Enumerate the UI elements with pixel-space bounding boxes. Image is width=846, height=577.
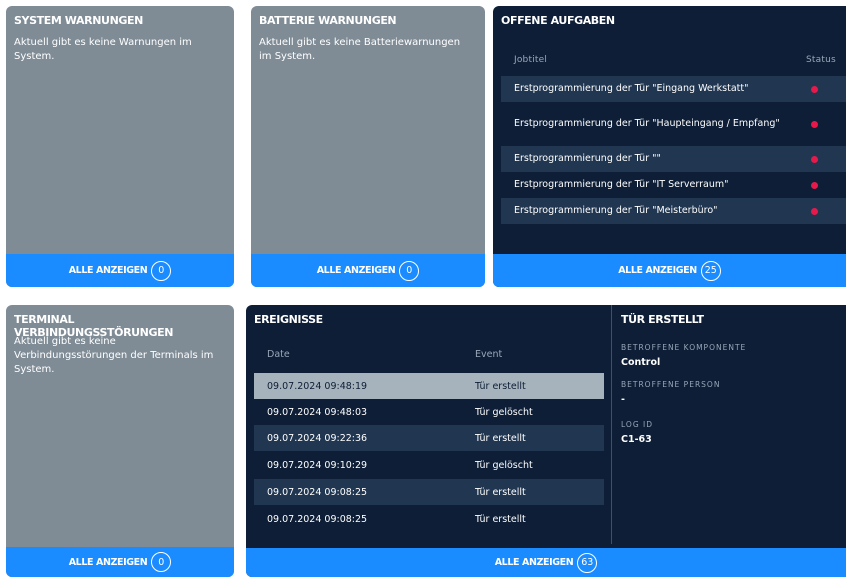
event-date: 09.07.2024 09:22:36 [267, 432, 368, 444]
count-badge: 0 [151, 552, 172, 572]
task-row[interactable]: Erstprogrammierung der Tür "Meisterbüro" [501, 198, 846, 224]
system-warnings-show-all-button[interactable]: ALLE ANZEIGEN 0 [6, 254, 234, 287]
status-dot-icon [811, 120, 818, 128]
terminal-errors-show-all-button[interactable]: ALLE ANZEIGEN 0 [6, 547, 234, 577]
task-title: Erstprogrammierung der Tür "Haupteingang… [514, 118, 780, 129]
detail-divider [611, 305, 612, 544]
event-type: Tür gelöscht [475, 406, 533, 418]
event-date: 09.07.2024 09:08:25 [267, 486, 368, 498]
component-label: BETROFFENE KOMPONENTE [621, 343, 747, 352]
col-date-header: Date [267, 349, 290, 360]
count-badge: 25 [700, 260, 721, 281]
count-badge: 0 [399, 260, 420, 281]
event-date: 09.07.2024 09:08:25 [267, 513, 368, 525]
show-all-label: ALLE ANZEIGEN [68, 265, 148, 276]
show-all-label: ALLE ANZEIGEN [316, 265, 396, 276]
system-warnings-title: SYSTEM WARNUNGEN [14, 14, 143, 27]
col-jobtitle-header: Jobtitel [514, 55, 548, 65]
col-event-header: Event [475, 349, 503, 360]
event-row[interactable]: 09.07.2024 09:22:36 Tür erstellt [254, 425, 604, 451]
terminal-errors-text: Aktuell gibt es keine Verbindungsstörung… [14, 336, 214, 375]
event-row[interactable]: 09.07.2024 09:48:03 Tür gelöscht [254, 399, 604, 425]
event-date: 09.07.2024 09:10:29 [267, 459, 368, 471]
col-status-header: Status [806, 55, 836, 65]
task-row[interactable]: Erstprogrammierung der Tür "Eingang Werk… [501, 76, 846, 102]
event-type: Tür erstellt [475, 513, 526, 525]
count-badge: 0 [151, 260, 172, 281]
battery-warnings-title: BATTERIE WARNUNGEN [259, 14, 397, 27]
task-row[interactable]: Erstprogrammierung der Tür "Haupteingang… [501, 102, 846, 146]
task-row[interactable]: Erstprogrammierung der Tür "IT Serverrau… [501, 172, 846, 198]
task-title: Erstprogrammierung der Tür "IT Serverrau… [514, 179, 729, 190]
status-dot-icon [811, 207, 818, 215]
terminal-errors-card: TERMINAL VERBINDUNGSSTÖRUNGEN Aktuell gi… [6, 305, 234, 577]
count-badge: 63 [577, 552, 598, 573]
log-id-value: C1-63 [621, 434, 652, 445]
status-dot-icon [811, 155, 818, 163]
show-all-label: ALLE ANZEIGEN [68, 556, 148, 568]
system-warnings-text: Aktuell gibt es keine Warnungen im Syste… [14, 37, 192, 62]
battery-warnings-show-all-button[interactable]: ALLE ANZEIGEN 0 [251, 254, 485, 287]
open-tasks-card: OFFENE AUFGABEN Jobtitel Status Erstprog… [493, 6, 846, 287]
events-title: EREIGNISSE [254, 313, 323, 326]
event-row[interactable]: 09.07.2024 09:10:29 Tür gelöscht [254, 452, 604, 478]
event-type: Tür erstellt [475, 380, 526, 392]
event-row[interactable]: 09.07.2024 09:08:25 Tür erstellt [254, 479, 604, 505]
component-value: Control [621, 357, 661, 368]
status-dot-icon [811, 85, 818, 93]
show-all-label: ALLE ANZEIGEN [494, 557, 574, 568]
event-row[interactable]: 09.07.2024 09:48:19 Tür erstellt [254, 373, 604, 399]
task-title: Erstprogrammierung der Tür "Meisterbüro" [514, 205, 718, 216]
detail-title: TÜR ERSTELLT [621, 313, 704, 326]
event-date: 09.07.2024 09:48:19 [267, 380, 368, 392]
event-row[interactable]: 09.07.2024 09:08:25 Tür erstellt [254, 506, 604, 532]
events-card: EREIGNISSE Date Event 09.07.2024 09:48:1… [246, 305, 846, 577]
events-show-all-button[interactable]: ALLE ANZEIGEN 63 [246, 548, 846, 577]
event-type: Tür erstellt [475, 432, 526, 444]
open-tasks-title: OFFENE AUFGABEN [501, 14, 615, 27]
task-title: Erstprogrammierung der Tür "" [514, 153, 661, 164]
person-label: BETROFFENE PERSON [621, 380, 721, 389]
battery-warnings-card: BATTERIE WARNUNGEN Aktuell gibt es keine… [251, 6, 485, 287]
person-value: - [621, 394, 625, 405]
battery-warnings-text: Aktuell gibt es keine Batteriewarnungen … [259, 37, 461, 62]
event-type: Tür erstellt [475, 486, 526, 498]
task-row[interactable]: Erstprogrammierung der Tür "" [501, 146, 846, 172]
task-title: Erstprogrammierung der Tür "Eingang Werk… [514, 83, 749, 94]
event-type: Tür gelöscht [475, 459, 533, 471]
log-id-label: LOG ID [621, 420, 653, 429]
show-all-label: ALLE ANZEIGEN [618, 265, 697, 276]
open-tasks-show-all-button[interactable]: ALLE ANZEIGEN 25 [493, 254, 846, 287]
system-warnings-card: SYSTEM WARNUNGEN Aktuell gibt es keine W… [6, 6, 234, 287]
status-dot-icon [811, 181, 818, 189]
event-date: 09.07.2024 09:48:03 [267, 406, 368, 418]
